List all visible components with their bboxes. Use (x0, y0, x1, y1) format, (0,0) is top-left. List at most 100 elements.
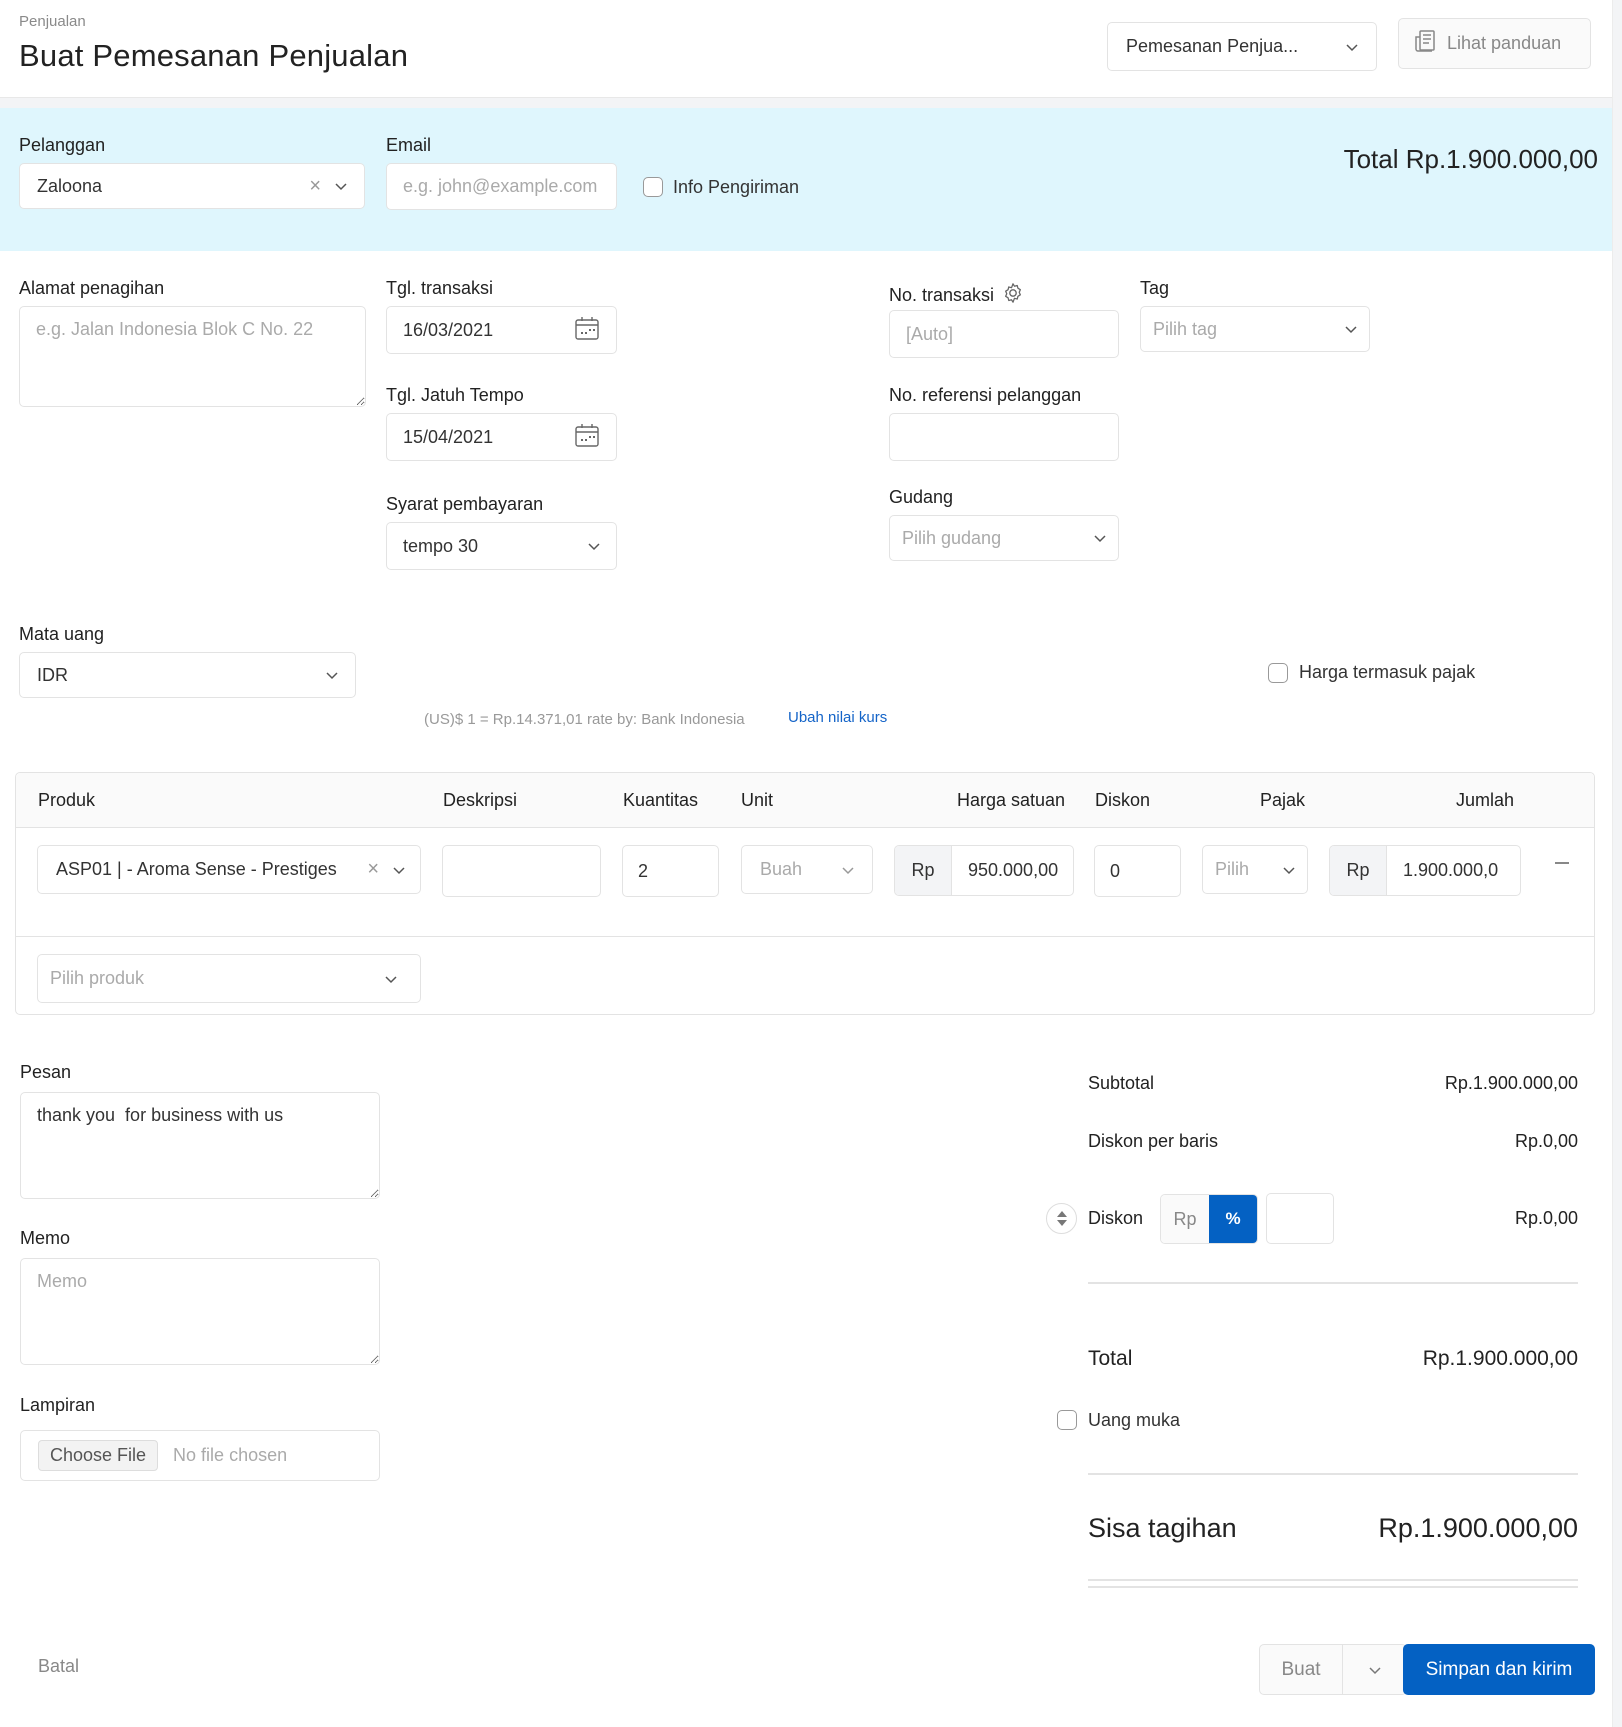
choose-file-button[interactable]: Choose File (38, 1440, 159, 1471)
clear-icon[interactable]: × (309, 175, 321, 198)
amount-field[interactable]: Rp 1.900.000,0 (1329, 845, 1521, 896)
attachment-file-input[interactable]: Choose File No file chosen (20, 1430, 380, 1481)
tag-select[interactable]: Pilih tag (1140, 306, 1370, 352)
currency-prefix: Rp (1330, 846, 1387, 895)
breadcrumb[interactable]: Penjualan (19, 13, 86, 30)
summary-divider (1088, 1282, 1578, 1284)
remove-row-icon[interactable] (1555, 862, 1569, 864)
currency-select[interactable]: IDR (19, 652, 356, 698)
discount-value: 0 (1110, 860, 1121, 881)
currency-label: Mata uang (19, 624, 105, 644)
total-value: Rp.1.900.000,00 (1422, 1347, 1578, 1370)
email-field[interactable]: e.g. john@example.com (386, 163, 617, 210)
transaction-date-label: Tgl. transaksi (386, 278, 494, 298)
amount-value: 1.900.000,0 (1403, 860, 1499, 880)
chevron-down-icon (335, 180, 347, 192)
product-select[interactable]: ASP01 | - Aroma Sense - Prestiges × (37, 845, 421, 894)
customer-label: Pelanggan (19, 135, 106, 155)
save-and-send-button[interactable]: Simpan dan kirim (1403, 1644, 1595, 1695)
product-table-header: Produk Deskripsi Kuantitas Unit Harga sa… (16, 773, 1594, 828)
page-header: Penjualan Buat Pemesanan Penjualan Pemes… (0, 0, 1612, 98)
chevron-down-icon (385, 973, 397, 985)
chevron-down-icon (842, 864, 854, 876)
chevron-down-icon (1283, 864, 1295, 876)
discount-mode-rp[interactable]: Rp (1161, 1195, 1209, 1243)
warehouse-select[interactable]: Pilih gudang (889, 515, 1119, 561)
view-guide-button[interactable]: Lihat panduan (1398, 18, 1591, 69)
customer-select[interactable]: Zaloona × (19, 163, 365, 209)
shipping-info-label[interactable]: Info Pengiriman (673, 177, 799, 198)
currency-value: IDR (37, 664, 68, 685)
page-scrollbar-gutter (1612, 0, 1622, 1727)
chevron-down-icon (1346, 41, 1358, 53)
add-product-placeholder: Pilih produk (50, 968, 145, 988)
cancel-button[interactable]: Batal (38, 1656, 79, 1677)
column-header-discount: Diskon (1095, 790, 1151, 810)
summary-double-divider-top (1088, 1579, 1578, 1581)
shipping-info-checkbox[interactable] (643, 177, 663, 197)
tax-inclusive-label[interactable]: Harga termasuk pajak (1299, 662, 1475, 683)
billing-address-label: Alamat penagihan (19, 278, 165, 298)
payment-terms-select[interactable]: tempo 30 (386, 522, 617, 570)
billing-address-field[interactable] (19, 306, 366, 407)
view-guide-label: Lihat panduan (1447, 33, 1562, 53)
calendar-icon[interactable] (574, 315, 600, 346)
create-split-button: Buat (1259, 1644, 1407, 1695)
change-rate-link[interactable]: Ubah nilai kurs (788, 709, 887, 726)
chevron-down-icon (1345, 323, 1357, 335)
create-button[interactable]: Buat (1260, 1645, 1343, 1694)
discount-field[interactable]: 0 (1094, 845, 1181, 897)
row-divider (16, 936, 1594, 937)
create-options-dropdown[interactable] (1343, 1645, 1406, 1694)
header-divider (0, 98, 1612, 108)
chevron-down-icon (326, 669, 338, 681)
due-date-field[interactable]: 15/04/2021 (386, 413, 617, 461)
description-field[interactable] (442, 845, 601, 897)
column-header-description: Deskripsi (443, 790, 518, 810)
tax-inclusive-checkbox[interactable] (1268, 663, 1288, 683)
transaction-type-select[interactable]: Pemesanan Penjua... (1107, 22, 1377, 71)
column-header-unit-price: Harga satuan (957, 790, 1066, 810)
add-product-select[interactable]: Pilih produk (37, 954, 421, 1003)
clear-icon[interactable]: × (367, 858, 379, 881)
message-label: Pesan (20, 1062, 72, 1082)
discount-value: Rp.0,00 (1514, 1208, 1578, 1228)
unit-value: Buah (760, 859, 803, 879)
memo-field[interactable] (20, 1258, 380, 1365)
attachment-label: Lampiran (20, 1395, 96, 1415)
tag-placeholder: Pilih tag (1153, 318, 1218, 339)
total-label: Total (1088, 1347, 1133, 1370)
column-header-unit: Unit (741, 790, 774, 810)
customer-value: Zaloona (37, 175, 103, 196)
transaction-date-value: 16/03/2021 (403, 319, 494, 340)
down-payment-checkbox[interactable] (1057, 1410, 1077, 1430)
tag-label: Tag (1140, 278, 1170, 298)
document-icon (1413, 29, 1437, 58)
discount-mode-percent[interactable]: % (1209, 1195, 1257, 1243)
discount-mode-toggle[interactable]: Rp % (1160, 1194, 1258, 1244)
tax-select[interactable]: Pilih (1202, 845, 1308, 894)
payment-terms-label: Syarat pembayaran (386, 494, 544, 514)
quantity-field[interactable]: 2 (622, 845, 719, 897)
message-field[interactable] (20, 1092, 380, 1199)
balance-value: Rp.1.900.000,00 (1378, 1513, 1578, 1543)
unit-select[interactable]: Buah (741, 845, 873, 894)
discount-label: Diskon (1088, 1208, 1144, 1228)
gear-icon[interactable] (1002, 282, 1024, 309)
customer-ref-field[interactable] (889, 413, 1119, 461)
column-header-tax: Pajak (1260, 790, 1306, 810)
transaction-date-field[interactable]: 16/03/2021 (386, 306, 617, 354)
chevron-down-icon (1368, 1664, 1381, 1676)
transaction-type-value: Pemesanan Penjua... (1126, 36, 1299, 56)
reorder-handle-icon[interactable] (1046, 1203, 1077, 1234)
unit-price-field[interactable]: Rp 950.000,00 (894, 845, 1074, 896)
down-payment-label[interactable]: Uang muka (1088, 1410, 1180, 1431)
transaction-no-placeholder: [Auto] (906, 323, 954, 344)
calendar-icon[interactable] (574, 422, 600, 453)
transaction-no-field[interactable]: [Auto] (889, 310, 1119, 358)
line-discount-value: Rp.0,00 (1514, 1131, 1578, 1151)
summary-divider (1088, 1473, 1578, 1475)
discount-input[interactable] (1266, 1193, 1334, 1244)
unit-price-value: 950.000,00 (968, 860, 1059, 880)
payment-terms-value: tempo 30 (403, 535, 479, 556)
